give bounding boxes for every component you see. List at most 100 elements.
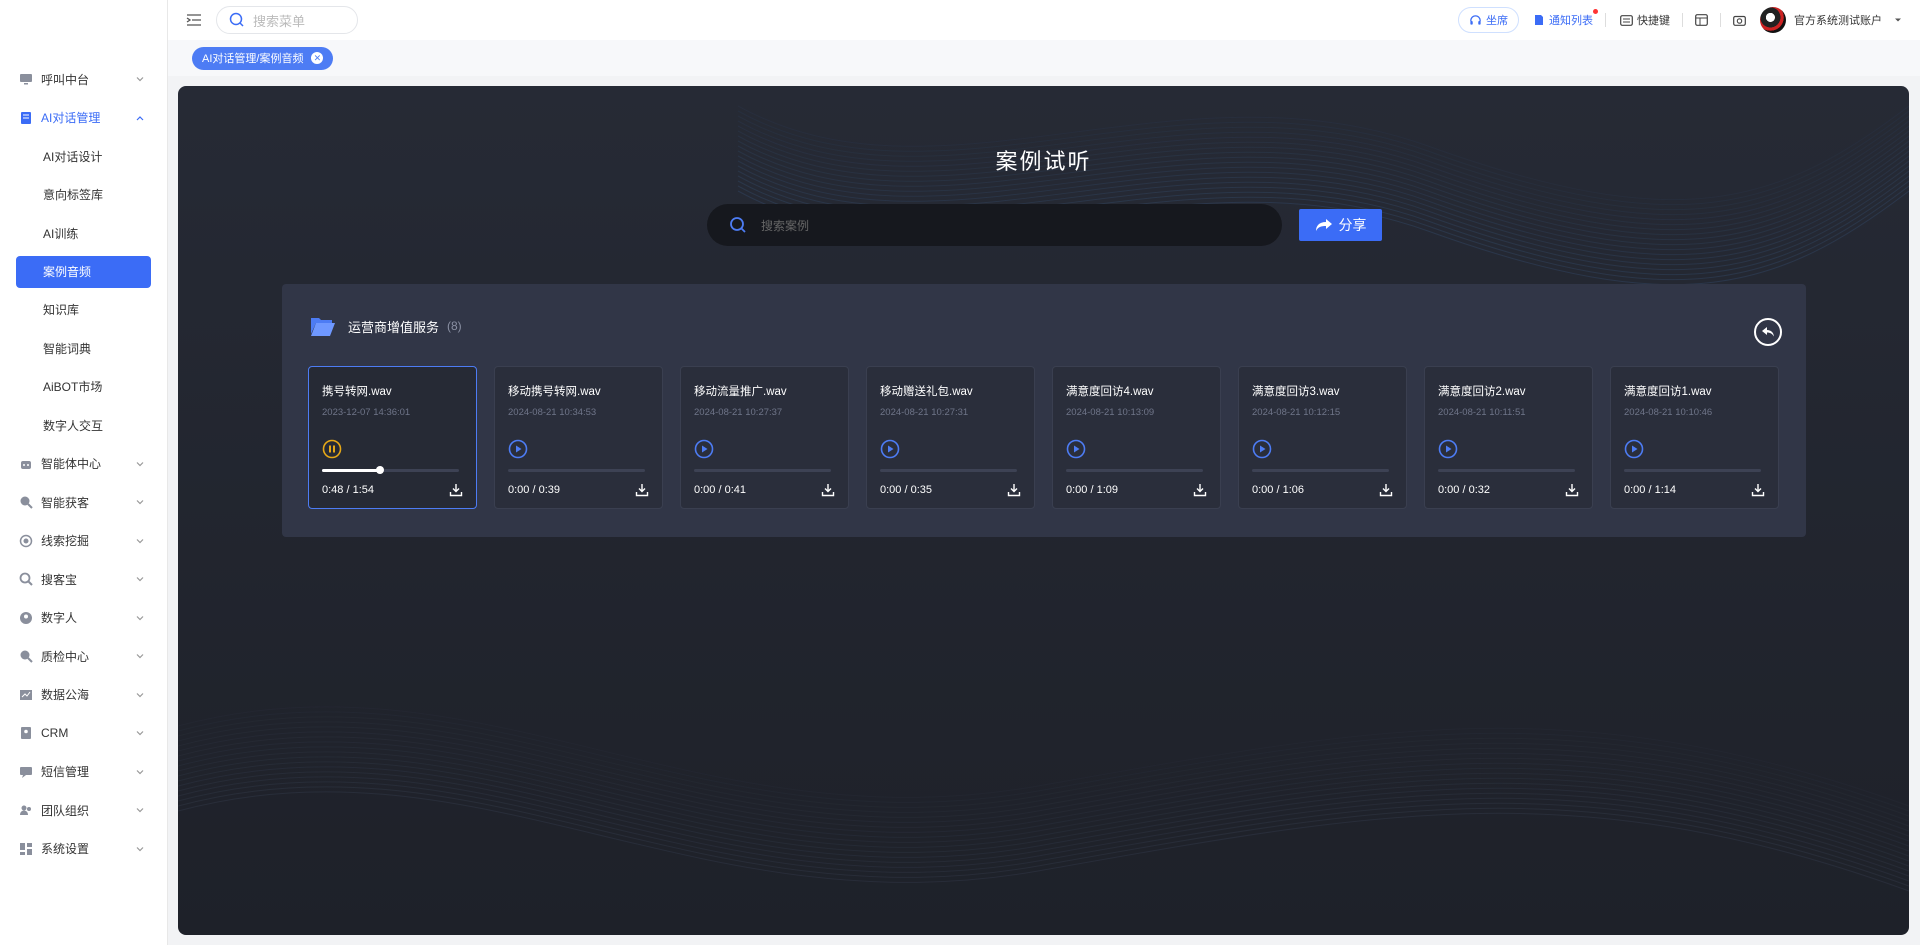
audio-file-name: 满意度回访4.wav — [1066, 386, 1154, 398]
shortcut-label: 快捷键 — [1637, 15, 1670, 27]
download-icon[interactable] — [1193, 483, 1207, 497]
search-icon — [730, 217, 746, 233]
chevron-down-icon — [136, 461, 144, 467]
play-icon[interactable] — [880, 439, 900, 459]
sidebar-item[interactable]: 短信管理 — [0, 753, 167, 792]
sidebar-item[interactable]: AI对话管理 — [0, 99, 167, 138]
sidebar-subitem[interactable]: 智能词典 — [0, 329, 167, 368]
search-icon — [229, 12, 244, 27]
audio-card[interactable]: 满意度回访1.wav 2024-08-21 10:10:46 0:00 / 1:14 — [1610, 366, 1779, 509]
download-icon[interactable] — [1007, 483, 1021, 497]
sidebar-item-label: 团队组织 — [41, 803, 90, 818]
sidebar-item[interactable]: 团队组织 — [0, 791, 167, 830]
shortcut-button[interactable]: 快捷键 — [1620, 12, 1670, 28]
progress-fill — [322, 469, 380, 472]
sidebar-subitem[interactable]: AI对话设计 — [0, 137, 167, 176]
audio-file-name: 满意度回访3.wav — [1252, 386, 1340, 398]
layout-button[interactable] — [1695, 14, 1708, 26]
back-arrow-icon — [1762, 327, 1774, 337]
audio-card[interactable]: 移动赠送礼包.wav 2024-08-21 10:27:31 0:00 / 0:35 — [866, 366, 1035, 509]
play-icon[interactable] — [508, 439, 528, 459]
sidebar-subitem[interactable]: 意向标签库 — [0, 176, 167, 215]
download-icon[interactable] — [821, 483, 835, 497]
menu-search-input[interactable]: 搜索菜单 — [216, 6, 358, 34]
play-icon[interactable] — [1624, 439, 1644, 459]
sidebar-item[interactable]: 质检中心 — [0, 637, 167, 676]
audio-file-name: 携号转网.wav — [322, 386, 392, 398]
robot-icon — [21, 460, 31, 469]
audio-card[interactable]: 满意度回访3.wav 2024-08-21 10:12:15 0:00 / 1:06 — [1238, 366, 1407, 509]
progress-track[interactable] — [322, 466, 459, 474]
sidebar-item-label: 智能获客 — [41, 495, 90, 510]
sidebar-item[interactable]: CRM — [0, 714, 167, 753]
progress-handle[interactable] — [375, 466, 384, 474]
chevron-down-icon — [136, 577, 144, 582]
pause-icon[interactable] — [322, 439, 342, 459]
sidebar-item-label: 呼叫中台 — [41, 72, 90, 87]
play-icon[interactable] — [694, 439, 714, 459]
share-label: 分享 — [1338, 217, 1367, 233]
menu-toggle-icon[interactable] — [186, 13, 202, 27]
sidebar-item[interactable]: 数据公海 — [0, 676, 167, 715]
chevron-down-icon — [136, 500, 144, 505]
divider — [1682, 13, 1683, 27]
play-icon[interactable] — [1252, 439, 1272, 459]
sidebar-subitem[interactable]: AI训练 — [0, 214, 167, 253]
sidebar-item-label: 质检中心 — [41, 649, 90, 664]
sidebar-item[interactable]: 数字人 — [0, 599, 167, 638]
download-icon[interactable] — [1379, 483, 1393, 497]
book-icon — [21, 111, 31, 124]
seat-button[interactable]: 坐席 — [1458, 7, 1519, 33]
progress-track[interactable] — [1438, 469, 1575, 472]
notify-list-button[interactable]: 通知列表 — [1533, 9, 1598, 28]
case-search-input[interactable]: 搜索案例 — [707, 204, 1282, 246]
magnifier-icon — [19, 572, 33, 586]
case-audio-panel: 案例试听 搜索案例 分享 运营商增值服务 (8) 携号转网.wav 2023-12… — [178, 86, 1909, 935]
audio-date: 2023-12-07 14:36:01 — [322, 407, 411, 418]
audio-card[interactable]: 满意度回访4.wav 2024-08-21 10:13:09 0:00 / 1:09 — [1052, 366, 1221, 509]
share-icon — [1315, 219, 1332, 231]
progress-track[interactable] — [880, 469, 1017, 472]
account-menu[interactable]: 官方系统测试账户 — [1794, 12, 1902, 28]
tab-case-audio[interactable]: AI对话管理/案例音频 ✕ — [192, 46, 334, 70]
progress-track[interactable] — [1624, 469, 1761, 472]
share-button[interactable]: 分享 — [1299, 209, 1382, 241]
play-icon[interactable] — [1438, 439, 1458, 459]
audio-date: 2024-08-21 10:34:53 — [508, 407, 597, 418]
progress-track[interactable] — [694, 469, 831, 472]
layout-icon — [1695, 14, 1708, 26]
sidebar-subitem[interactable]: 知识库 — [0, 291, 167, 330]
progress-track[interactable] — [1066, 469, 1203, 472]
download-icon[interactable] — [1565, 483, 1579, 497]
sidebar-item[interactable]: 呼叫中台 — [0, 60, 167, 99]
sidebar-item[interactable]: 智能体中心 — [0, 445, 167, 484]
sidebar-subitem[interactable]: 案例音频 — [16, 255, 151, 288]
download-icon[interactable] — [1751, 483, 1765, 497]
play-icon[interactable] — [1066, 439, 1086, 459]
audio-card[interactable]: 携号转网.wav 2023-12-07 14:36:01 0:48 / 1:54 — [308, 366, 477, 509]
progress-track[interactable] — [508, 469, 645, 472]
download-icon[interactable] — [635, 483, 649, 497]
audio-file-name: 移动携号转网.wav — [508, 386, 601, 398]
sidebar-subitem[interactable]: AiBOT市场 — [0, 368, 167, 407]
download-icon[interactable] — [449, 483, 463, 497]
sidebar-item[interactable]: 系统设置 — [0, 830, 167, 869]
audio-card[interactable]: 移动携号转网.wav 2024-08-21 10:34:53 0:00 / 0:39 — [494, 366, 663, 509]
sidebar-item[interactable]: 线索挖掘 — [0, 522, 167, 561]
close-icon[interactable]: ✕ — [311, 52, 324, 64]
screenshot-button[interactable] — [1733, 14, 1746, 26]
avatar[interactable] — [1760, 7, 1786, 33]
audio-time: 0:00 / 1:09 — [1066, 484, 1118, 496]
notify-dot — [1593, 9, 1598, 14]
sidebar-item[interactable]: 智能获客 — [0, 483, 167, 522]
progress-track[interactable] — [1252, 469, 1389, 472]
audio-card[interactable]: 满意度回访2.wav 2024-08-21 10:11:51 0:00 / 0:32 — [1424, 366, 1593, 509]
audio-card[interactable]: 移动流量推广.wav 2024-08-21 10:27:37 0:00 / 0:41 — [680, 366, 849, 509]
back-button[interactable] — [1754, 318, 1782, 346]
sidebar-subitem[interactable]: 数字人交互 — [0, 406, 167, 445]
audio-file-name: 满意度回访2.wav — [1438, 386, 1526, 398]
top-bar: 搜索菜单 坐席 通知列表 快捷键 官方系统测试账户 — [168, 0, 1920, 40]
sidebar-item[interactable]: 搜客宝 — [0, 560, 167, 599]
camera-icon — [1733, 15, 1746, 26]
notify-label: 通知列表 — [1549, 15, 1593, 27]
